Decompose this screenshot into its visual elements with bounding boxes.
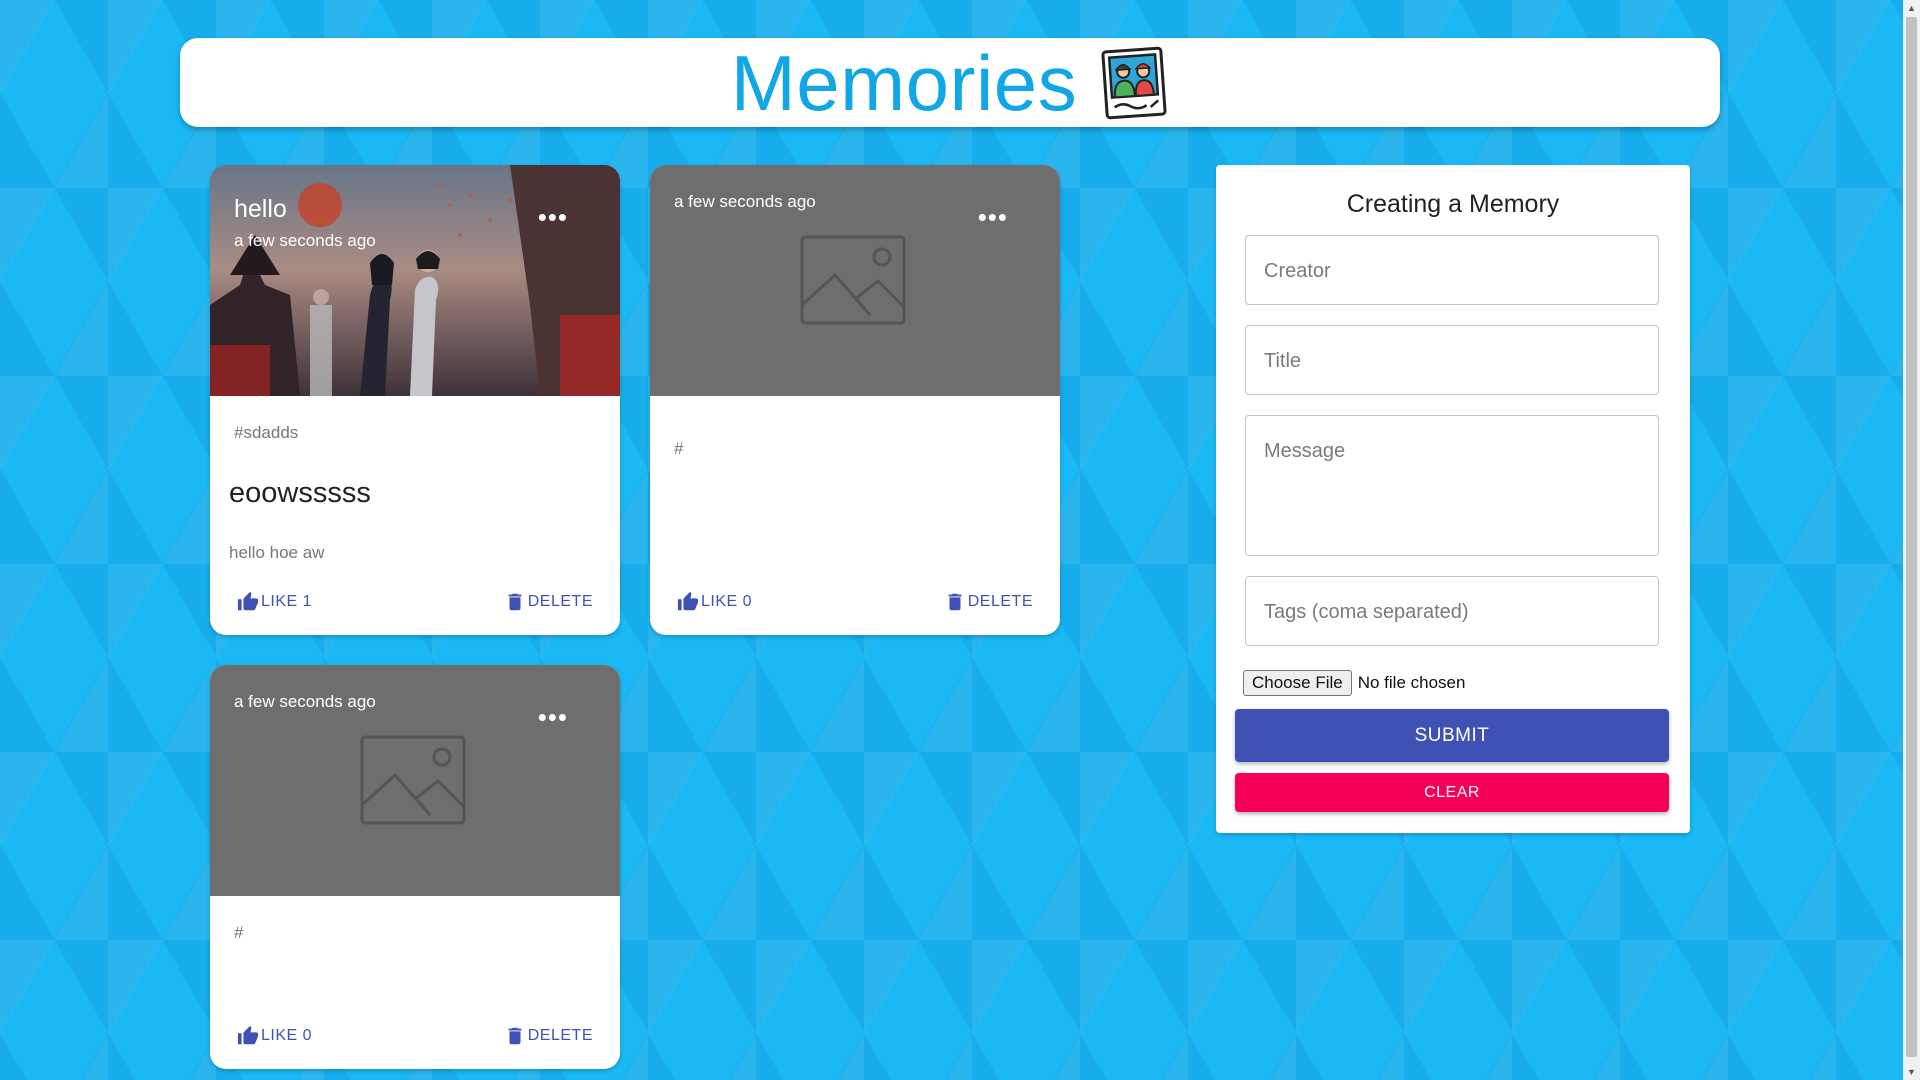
- like-button[interactable]: LIKE 0: [677, 591, 752, 613]
- file-status: No file chosen: [1357, 673, 1466, 692]
- card-tags: #sdadds: [234, 423, 299, 442]
- image-placeholder-icon: [800, 235, 906, 325]
- file-input: Choose File No file chosen: [1243, 670, 1465, 696]
- choose-file-button[interactable]: Choose File: [1243, 670, 1352, 696]
- trash-icon: [948, 593, 962, 611]
- card-media: hello a few seconds ago •••: [210, 165, 620, 396]
- card-actions: LIKE 0 DELETE: [210, 1025, 620, 1049]
- thumb-up-icon: [237, 1025, 259, 1045]
- creator-field[interactable]: Creator: [1245, 235, 1659, 305]
- more-horiz-icon[interactable]: •••: [538, 702, 568, 733]
- delete-label: DELETE: [527, 593, 593, 610]
- app-bar: Memories: [180, 38, 1720, 127]
- scroll-thumb[interactable]: [1906, 17, 1917, 1057]
- like-button[interactable]: LIKE 0: [237, 1025, 312, 1047]
- thumb-up-icon: [677, 591, 699, 611]
- create-memory-form: Creating a Memory Creator Title Message …: [1216, 165, 1690, 833]
- message-field[interactable]: Message: [1245, 415, 1659, 556]
- tags-placeholder: Tags (coma separated): [1264, 601, 1469, 623]
- memory-card: a few seconds ago ••• # LIKE 0 DELETE: [210, 665, 620, 1069]
- like-label: LIKE 0: [701, 593, 753, 610]
- like-button[interactable]: LIKE 1: [237, 591, 312, 613]
- card-creator: hello: [234, 195, 287, 223]
- card-message: hello hoe aw: [229, 543, 325, 562]
- card-media: a few seconds ago •••: [650, 165, 1060, 396]
- photo-card-icon: [1101, 46, 1167, 119]
- like-label: LIKE 1: [261, 593, 313, 610]
- card-time: a few seconds ago: [234, 692, 376, 711]
- card-title: eoowsssss: [229, 477, 371, 509]
- card-actions: LIKE 0 DELETE: [650, 591, 1060, 615]
- message-placeholder: Message: [1264, 440, 1346, 462]
- memory-card: a few seconds ago ••• # LIKE 0 DELETE: [650, 165, 1060, 635]
- app-title: Memories: [730, 38, 1078, 127]
- submit-button[interactable]: SUBMIT: [1235, 709, 1669, 762]
- form-heading: Creating a Memory: [1346, 190, 1560, 218]
- card-media: a few seconds ago •••: [210, 665, 620, 896]
- creator-placeholder: Creator: [1264, 260, 1331, 282]
- delete-button[interactable]: DELETE: [504, 591, 593, 613]
- card-actions: LIKE 1 DELETE: [210, 591, 620, 615]
- like-label: LIKE 0: [261, 1027, 313, 1044]
- delete-button[interactable]: DELETE: [944, 591, 1033, 613]
- title-field[interactable]: Title: [1245, 325, 1659, 395]
- trash-icon: [508, 593, 522, 611]
- more-horiz-icon[interactable]: •••: [978, 202, 1008, 233]
- tags-field[interactable]: Tags (coma separated): [1245, 576, 1659, 646]
- clear-button[interactable]: CLEAR: [1235, 773, 1669, 812]
- card-tags: #: [674, 439, 684, 458]
- card-time: a few seconds ago: [234, 231, 376, 250]
- more-horiz-icon[interactable]: •••: [538, 202, 568, 233]
- card-time: a few seconds ago: [674, 192, 816, 211]
- scroll-up-icon[interactable]: ▲: [1907, 3, 1916, 13]
- delete-button[interactable]: DELETE: [504, 1025, 593, 1047]
- page-scrollbar[interactable]: ▲ ▼: [1903, 0, 1920, 1080]
- title-placeholder: Title: [1264, 350, 1302, 372]
- memory-card: hello a few seconds ago ••• #sdadds eoow…: [210, 165, 620, 635]
- trash-icon: [508, 1027, 522, 1045]
- thumb-up-icon: [237, 591, 259, 611]
- delete-label: DELETE: [527, 1027, 593, 1044]
- delete-label: DELETE: [967, 593, 1033, 610]
- card-tags: #: [234, 923, 244, 942]
- image-placeholder-icon: [360, 735, 466, 825]
- scroll-down-icon[interactable]: ▼: [1907, 1067, 1916, 1077]
